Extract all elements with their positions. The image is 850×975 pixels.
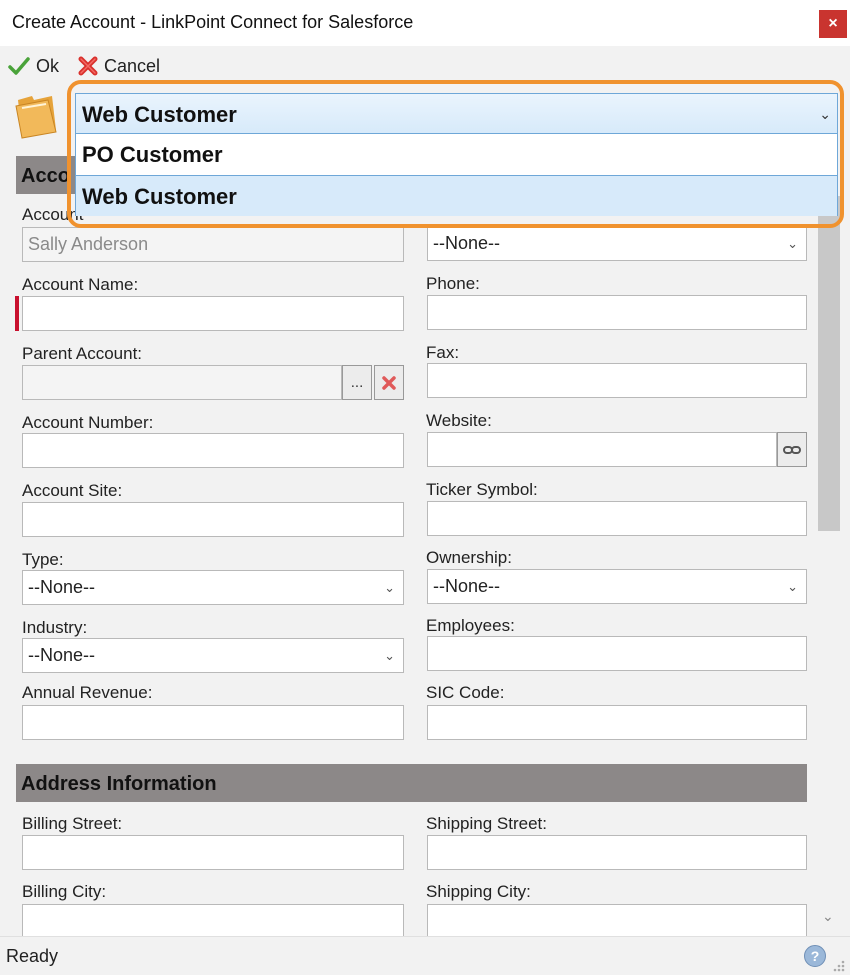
- fax-input[interactable]: [427, 363, 807, 398]
- account-name-input[interactable]: [22, 296, 404, 331]
- record-type-options: PO Customer Web Customer: [75, 134, 838, 216]
- industry-value: --None--: [28, 645, 96, 665]
- billing-city-label: Billing City:: [22, 882, 107, 901]
- option-web-customer[interactable]: Web Customer: [76, 175, 837, 216]
- status-text: Ready: [6, 946, 59, 966]
- type-select[interactable]: --None-- ⌄: [22, 570, 404, 605]
- parent-account-label: Parent Account:: [22, 344, 143, 363]
- required-indicator: [15, 296, 19, 331]
- account-name-label: Account Name:: [22, 275, 139, 294]
- sic-code-label: SIC Code:: [426, 683, 505, 702]
- record-type-select[interactable]: Web Customer ⌄: [75, 93, 838, 134]
- industry-label: Industry:: [22, 618, 88, 637]
- resize-grip-icon[interactable]: [830, 957, 846, 973]
- record-type-selected: Web Customer: [82, 102, 237, 127]
- chevron-down-icon: ⌄: [787, 579, 798, 594]
- folder-icon: [15, 96, 57, 139]
- chevron-down-icon: ⌄: [384, 580, 395, 595]
- link-icon: [783, 446, 801, 454]
- phone-input[interactable]: [427, 295, 807, 330]
- billing-street-label: Billing Street:: [22, 814, 123, 833]
- checkmark-icon: [8, 57, 30, 75]
- shipping-street-label: Shipping Street:: [426, 814, 547, 833]
- employees-label: Employees:: [426, 616, 515, 635]
- annual-revenue-label: Annual Revenue:: [22, 683, 153, 702]
- account-site-label: Account Site:: [22, 481, 123, 500]
- rating-value: --None--: [433, 233, 501, 253]
- account-number-input[interactable]: [22, 433, 404, 468]
- ownership-value: --None--: [433, 576, 501, 596]
- cancel-x-icon: [78, 56, 98, 76]
- account-owner-field: Sally Anderson: [22, 227, 404, 262]
- account-site-input[interactable]: [22, 502, 404, 537]
- type-value: --None--: [28, 577, 96, 597]
- title-bar: Create Account - LinkPoint Connect for S…: [0, 0, 850, 46]
- clear-parent-button[interactable]: [374, 365, 404, 400]
- close-button[interactable]: ×: [819, 10, 847, 38]
- form-area: Acco Account Sally Anderson --None-- ⌄ A…: [0, 146, 815, 936]
- ok-button[interactable]: Ok: [8, 54, 59, 78]
- industry-select[interactable]: --None-- ⌄: [22, 638, 404, 673]
- ownership-label: Ownership:: [426, 548, 512, 567]
- chevron-down-icon: ⌄: [787, 236, 798, 251]
- billing-street-input[interactable]: [22, 835, 404, 870]
- account-number-label: Account Number:: [22, 413, 154, 432]
- chevron-down-icon: ⌄: [819, 106, 831, 122]
- form-content: Acco Account Sally Anderson --None-- ⌄ A…: [0, 146, 850, 936]
- browse-button[interactable]: ...: [342, 365, 372, 400]
- ok-label: Ok: [36, 55, 60, 76]
- clear-x-icon: [382, 376, 396, 390]
- open-website-button[interactable]: [777, 432, 807, 467]
- status-bar: Ready ?: [0, 936, 850, 975]
- scroll-down-icon[interactable]: ⌄: [822, 908, 834, 925]
- fax-label: Fax:: [426, 343, 460, 362]
- vertical-scrollbar[interactable]: ⌄: [815, 146, 843, 936]
- billing-city-input[interactable]: [22, 904, 404, 936]
- window-title: Create Account - LinkPoint Connect for S…: [12, 12, 414, 32]
- sic-code-input[interactable]: [427, 705, 807, 740]
- address-section-header: Address Information: [16, 764, 807, 802]
- phone-label: Phone:: [426, 274, 480, 293]
- cancel-button[interactable]: Cancel: [78, 54, 160, 78]
- option-po-customer[interactable]: PO Customer: [76, 134, 837, 175]
- type-label: Type:: [22, 550, 64, 569]
- rating-select[interactable]: --None-- ⌄: [427, 226, 807, 261]
- toolbar: Ok Cancel: [0, 46, 850, 86]
- website-input[interactable]: [427, 432, 777, 467]
- employees-input[interactable]: [427, 636, 807, 671]
- ownership-select[interactable]: --None-- ⌄: [427, 569, 807, 604]
- annual-revenue-input[interactable]: [22, 705, 404, 740]
- scrollbar-thumb[interactable]: [818, 196, 840, 531]
- chevron-down-icon: ⌄: [384, 648, 395, 663]
- help-icon[interactable]: ?: [804, 945, 826, 967]
- shipping-city-input[interactable]: [427, 904, 807, 936]
- ticker-symbol-input[interactable]: [427, 501, 807, 536]
- shipping-street-input[interactable]: [427, 835, 807, 870]
- cancel-label: Cancel: [104, 55, 161, 76]
- ticker-symbol-label: Ticker Symbol:: [426, 480, 538, 499]
- shipping-city-label: Shipping City:: [426, 882, 531, 901]
- parent-account-input[interactable]: [22, 365, 342, 400]
- website-label: Website:: [426, 411, 492, 430]
